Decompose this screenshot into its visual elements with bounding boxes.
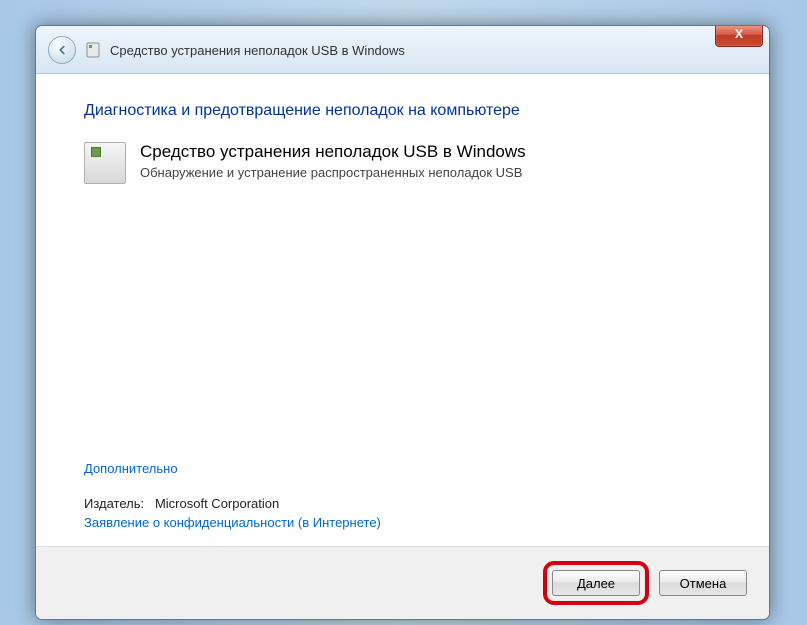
cancel-button[interactable]: Отмена (659, 570, 747, 596)
advanced-link[interactable]: Дополнительно (84, 461, 721, 476)
arrow-left-icon (55, 43, 69, 57)
publisher-row: Издатель: Microsoft Corporation (84, 496, 721, 511)
content-area: Диагностика и предотвращение неполадок н… (36, 74, 769, 546)
privacy-statement-link[interactable]: Заявление о конфиденциальности (в Интерн… (84, 515, 721, 530)
back-button[interactable] (48, 36, 76, 64)
publisher-label: Издатель: (84, 496, 144, 511)
publisher-value: Microsoft Corporation (155, 496, 279, 511)
window-title: Средство устранения неполадок USB в Wind… (110, 43, 405, 58)
troubleshooter-description: Обнаружение и устранение распространенны… (140, 165, 526, 180)
next-button[interactable]: Далее (552, 570, 640, 596)
troubleshooter-title: Средство устранения неполадок USB в Wind… (140, 142, 526, 162)
close-button[interactable]: X (715, 25, 763, 47)
page-heading: Диагностика и предотвращение неполадок н… (84, 102, 721, 120)
titlebar: X Средство устранения неполадок USB в Wi… (36, 26, 769, 74)
troubleshooter-item: Средство устранения неполадок USB в Wind… (84, 142, 721, 184)
troubleshooter-icon (84, 142, 126, 184)
troubleshooter-window: X Средство устранения неполадок USB в Wi… (35, 25, 770, 620)
app-icon (84, 41, 102, 59)
footer-bar: Далее Отмена (36, 546, 769, 619)
tutorial-highlight: Далее (543, 561, 649, 605)
